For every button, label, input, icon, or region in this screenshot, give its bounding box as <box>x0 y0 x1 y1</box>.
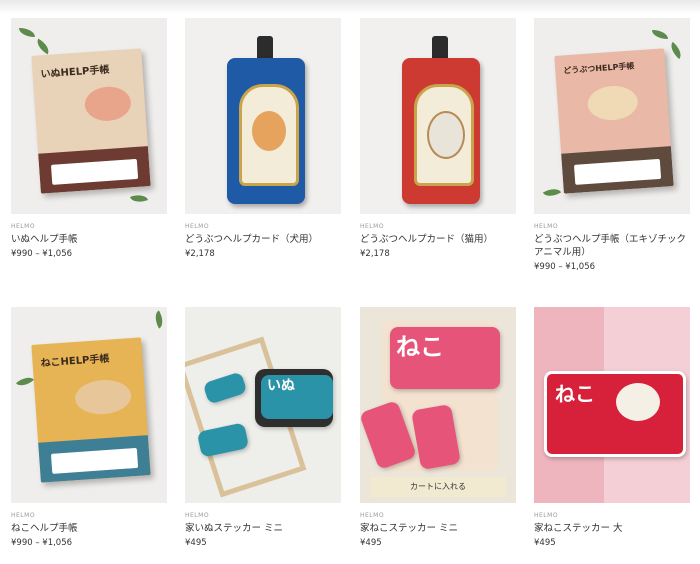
product-card-dog-help-book[interactable]: いぬHELP手帳 HELMO いぬヘルプ手帳 ¥990 – ¥1,056 <box>11 18 167 260</box>
product-name[interactable]: どうぶつヘルプカード（犬用） <box>185 233 341 246</box>
product-name[interactable]: どうぶつヘルプカード（猫用） <box>360 233 516 246</box>
product-brand: HELMO <box>185 223 210 230</box>
leaf-decoration <box>652 30 668 39</box>
product-image[interactable]: いぬHELP手帳 <box>11 18 167 214</box>
dog-illustration <box>252 111 286 151</box>
cat-illustration <box>616 383 660 421</box>
product-name[interactable]: いぬヘルプ手帳 <box>11 233 167 246</box>
product-price: ¥990 – ¥1,056 <box>11 538 73 548</box>
product-card-cat-help-card[interactable]: HELMO どうぶつヘルプカード（猫用） ¥2,178 <box>360 18 516 260</box>
top-shadow <box>0 0 700 14</box>
animal-illustration <box>586 84 639 122</box>
product-price: ¥495 <box>534 538 556 548</box>
dog-illustration <box>83 85 132 123</box>
product-card-dog-help-card[interactable]: HELMO どうぶつヘルプカード（犬用） ¥2,178 <box>185 18 341 260</box>
book-cover-title: ねこHELP手帳 <box>40 353 110 370</box>
book-cover-title: どうぶつHELP手帳 <box>563 61 635 76</box>
product-card-cat-sticker-mini[interactable]: ねこ カートに入れる HELMO 家ねこステッカー ミニ ¥495 <box>360 307 516 549</box>
book-cover: どうぶつHELP手帳 <box>554 48 674 194</box>
book-cover: ねこHELP手帳 <box>31 337 151 483</box>
product-card-dog-sticker-mini[interactable]: いぬ HELMO 家いぬステッカー ミニ ¥495 <box>185 307 341 549</box>
product-name-line1: どうぶつヘルプ手帳（エキゾチック <box>534 234 687 245</box>
product-image[interactable]: ねこHELP手帳 <box>11 307 167 503</box>
leaf-decoration <box>151 310 167 329</box>
product-brand: HELMO <box>11 512 36 519</box>
leaf-decoration <box>666 41 686 60</box>
help-card <box>402 58 480 204</box>
sticker-text: いぬ <box>261 375 333 419</box>
book-textbox <box>50 447 139 474</box>
leaf-decoration <box>15 372 35 391</box>
card-frame <box>239 84 299 186</box>
product-name[interactable]: ねこヘルプ手帳 <box>11 522 167 535</box>
product-price: ¥2,178 <box>185 249 215 259</box>
product-image[interactable] <box>185 18 341 214</box>
book-textbox <box>50 158 139 185</box>
product-brand: HELMO <box>11 223 36 230</box>
book-band <box>561 146 674 194</box>
product-brand: HELMO <box>534 512 559 519</box>
product-price: ¥495 <box>360 538 382 548</box>
card-frame <box>414 84 474 186</box>
cat-illustration <box>427 111 465 159</box>
smartphone: いぬ <box>255 369 333 427</box>
book-cover: いぬHELP手帳 <box>31 48 151 194</box>
product-name[interactable]: どうぶつヘルプ手帳（エキゾチック アニマル用） <box>534 233 690 259</box>
product-brand: HELMO <box>534 223 559 230</box>
book-band <box>38 435 151 483</box>
product-name[interactable]: 家ねこステッカー ミニ <box>360 522 516 535</box>
product-image[interactable] <box>360 18 516 214</box>
product-image[interactable]: ねこ カートに入れる <box>360 307 516 503</box>
product-price: ¥2,178 <box>360 249 390 259</box>
product-name-line2: アニマル用） <box>534 247 591 258</box>
product-price: ¥990 – ¥1,056 <box>534 262 596 272</box>
product-price: ¥990 – ¥1,056 <box>11 249 73 259</box>
book-textbox <box>573 158 662 185</box>
product-name[interactable]: 家ねこステッカー 大 <box>534 522 690 535</box>
product-price: ¥495 <box>185 538 207 548</box>
help-card <box>227 58 305 204</box>
product-brand: HELMO <box>185 512 210 519</box>
book-cover-title: いぬHELP手帳 <box>40 64 110 81</box>
product-name[interactable]: 家いぬステッカー ミニ <box>185 522 341 535</box>
leaf-decoration <box>129 191 149 206</box>
product-brand: HELMO <box>360 223 385 230</box>
leaf-decoration <box>542 184 562 201</box>
product-image[interactable]: どうぶつHELP手帳 <box>534 18 690 214</box>
product-image[interactable]: ねこ <box>534 307 690 503</box>
product-card-cat-sticker-large[interactable]: ねこ HELMO 家ねこステッカー 大 ¥495 <box>534 307 690 549</box>
sticker-text: ねこ <box>390 327 500 389</box>
product-card-cat-help-book[interactable]: ねこHELP手帳 HELMO ねこヘルプ手帳 ¥990 – ¥1,056 <box>11 307 167 549</box>
product-brand: HELMO <box>360 512 385 519</box>
product-card-exotic-help-book[interactable]: どうぶつHELP手帳 HELMO どうぶつヘルプ手帳（エキゾチック アニマル用） … <box>534 18 690 273</box>
cat-illustration <box>74 378 133 417</box>
product-image[interactable]: いぬ <box>185 307 341 503</box>
add-to-cart-button[interactable]: カートに入れる <box>370 477 506 497</box>
book-band <box>38 146 151 194</box>
sticker-text: ねこ <box>544 371 686 457</box>
leaf-decoration <box>19 28 35 37</box>
leaf-decoration <box>33 38 53 55</box>
